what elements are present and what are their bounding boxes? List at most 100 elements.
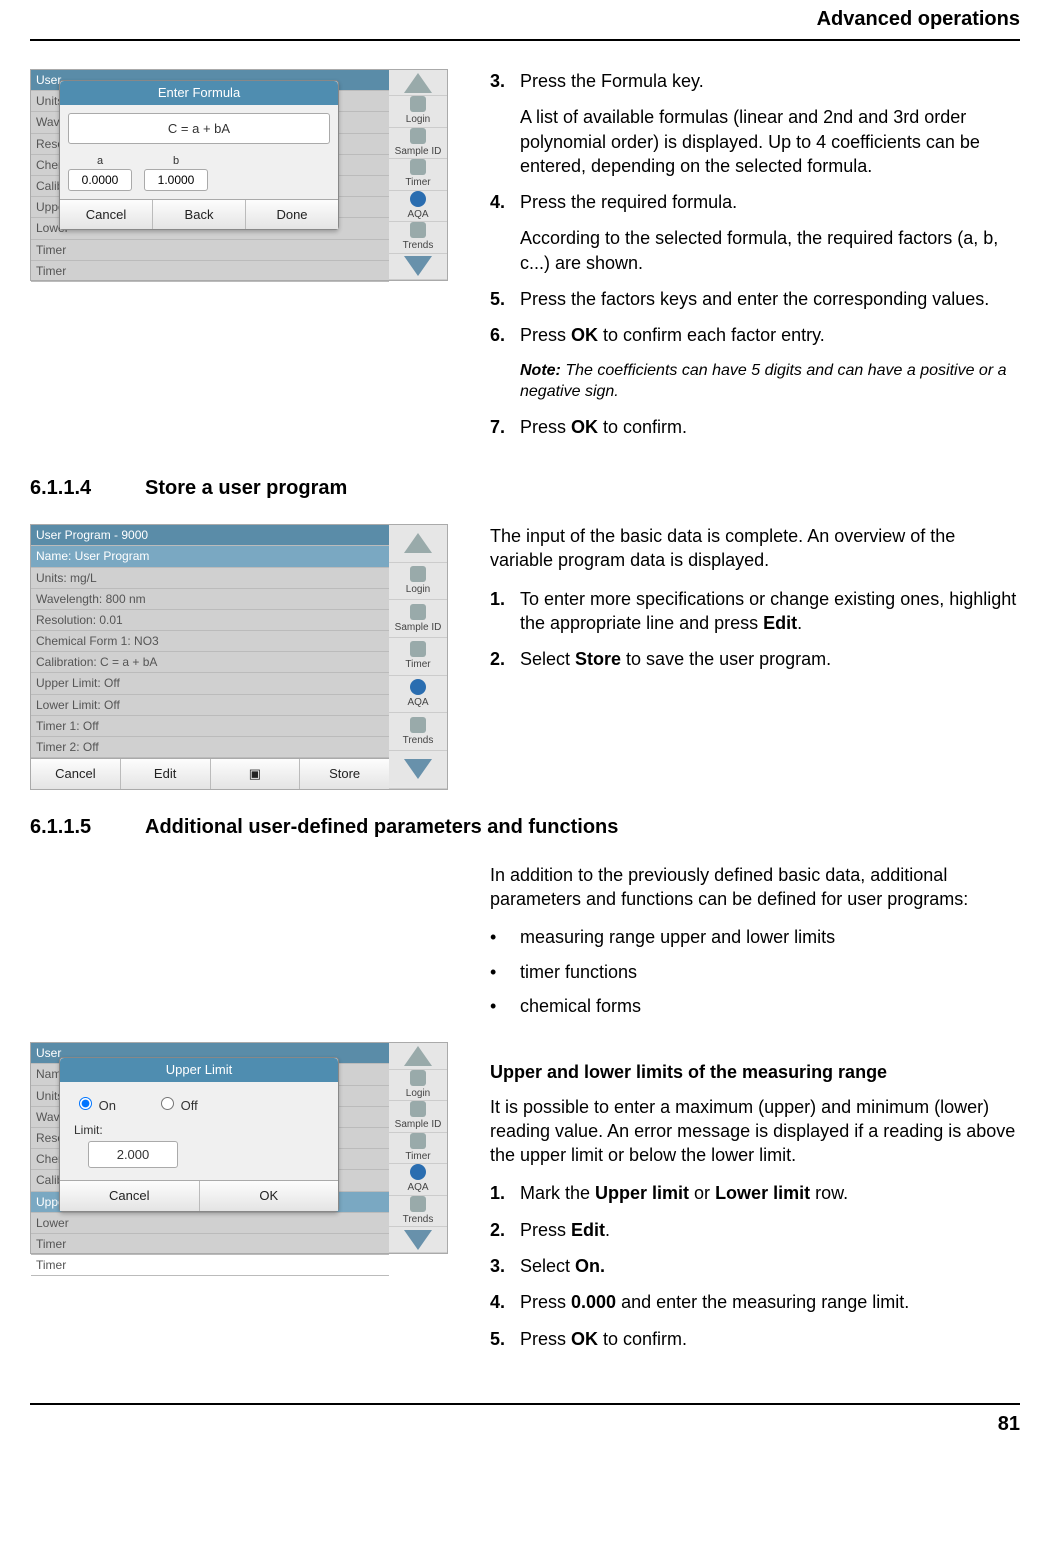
scroll-down-icon[interactable] xyxy=(389,751,447,789)
list-item[interactable]: Upper Limit: Off xyxy=(31,673,389,694)
store-button[interactable]: Store xyxy=(300,759,389,789)
step-text: Press the factors keys and enter the cor… xyxy=(520,287,1020,311)
step-number: 5. xyxy=(490,287,520,311)
screenshot-user-program-overview: User Program - 9000 Name: User Program U… xyxy=(30,524,448,790)
login-icon xyxy=(410,566,426,582)
coef-a-input[interactable] xyxy=(68,169,132,191)
login-icon xyxy=(410,1070,426,1086)
step-text: Select Store to save the user program. xyxy=(520,647,1020,671)
trends-button[interactable]: Trends xyxy=(389,713,447,751)
list-item[interactable]: Resolution: 0.01 xyxy=(31,610,389,631)
sample-id-button[interactable]: Sample ID xyxy=(389,128,447,160)
cancel-button[interactable]: Cancel xyxy=(31,759,121,789)
step-number: 4. xyxy=(490,1290,520,1314)
off-radio[interactable]: Off xyxy=(156,1094,198,1115)
note: Note: The coefficients can have 5 digits… xyxy=(520,360,1020,403)
trends-button[interactable]: Trends xyxy=(389,222,447,254)
scroll-down-icon[interactable] xyxy=(389,1227,447,1253)
step-text: Press OK to confirm each factor entry. xyxy=(520,323,1020,347)
scroll-up-icon[interactable] xyxy=(389,70,447,96)
programs-icon: ▣ xyxy=(249,766,261,781)
list-item[interactable]: Lower Limit: Off xyxy=(31,695,389,716)
aqa-button[interactable]: AQA xyxy=(389,676,447,714)
list-item[interactable]: Timer 1: Off xyxy=(31,716,389,737)
trends-button[interactable]: Trends xyxy=(389,1196,447,1228)
timer-button[interactable]: Timer xyxy=(389,1133,447,1165)
step-text: Press OK to confirm. xyxy=(520,415,1020,439)
paragraph: The input of the basic data is complete.… xyxy=(490,524,1020,573)
step-followup: A list of available formulas (linear and… xyxy=(520,105,1020,178)
step-number: 6. xyxy=(490,323,520,347)
bg-row: Timer xyxy=(31,1234,389,1255)
trends-icon xyxy=(410,1196,426,1212)
scroll-down-icon[interactable] xyxy=(389,254,447,280)
sample-id-icon xyxy=(410,604,426,620)
cancel-button[interactable]: Cancel xyxy=(60,1181,200,1211)
back-button[interactable]: Back xyxy=(153,200,246,230)
login-button[interactable]: Login xyxy=(389,1070,447,1102)
step-text: Press 0.000 and enter the measuring rang… xyxy=(520,1290,1020,1314)
page-number: 81 xyxy=(30,1403,1020,1438)
timer-button[interactable]: Timer xyxy=(389,159,447,191)
sub-heading: Upper and lower limits of the measuring … xyxy=(490,1060,1020,1084)
aqa-icon xyxy=(410,1164,426,1180)
bg-row: Timer xyxy=(31,1255,389,1276)
step-text: Press the required formula. xyxy=(520,190,1020,214)
dialog-title: Enter Formula xyxy=(60,81,338,105)
cancel-button[interactable]: Cancel xyxy=(60,200,153,230)
trends-icon xyxy=(410,717,426,733)
step-number: 7. xyxy=(490,415,520,439)
icon-button[interactable]: ▣ xyxy=(211,759,301,789)
timer-icon xyxy=(410,159,426,175)
login-button[interactable]: Login xyxy=(389,563,447,601)
list-item[interactable]: Timer 2: Off xyxy=(31,737,389,758)
step-text: Press the Formula key. xyxy=(520,69,1020,93)
list-item[interactable]: Calibration: C = a + bA xyxy=(31,652,389,673)
formula-display[interactable]: C = a + bA xyxy=(68,113,330,145)
timer-icon xyxy=(410,641,426,657)
screenshot-enter-formula: User Units: Wavel Resolu Chemi Calibra U… xyxy=(30,69,448,281)
list-item[interactable]: Wavelength: 800 nm xyxy=(31,589,389,610)
section-heading: 6.1.1.5Additional user-defined parameter… xyxy=(30,814,1020,841)
step-number: 1. xyxy=(490,587,520,636)
aqa-icon xyxy=(410,679,426,695)
list-item[interactable]: Name: User Program xyxy=(31,546,389,567)
bg-row: Timer xyxy=(31,240,389,261)
scroll-up-icon[interactable] xyxy=(389,525,447,563)
bullet-text: chemical forms xyxy=(520,994,641,1018)
coef-b-input[interactable] xyxy=(144,169,208,191)
timer-button[interactable]: Timer xyxy=(389,638,447,676)
step-text: Press Edit. xyxy=(520,1218,1020,1242)
step-number: 4. xyxy=(490,190,520,214)
sample-id-icon xyxy=(410,128,426,144)
list-item[interactable]: Units: mg/L xyxy=(31,568,389,589)
login-button[interactable]: Login xyxy=(389,96,447,128)
timer-icon xyxy=(410,1133,426,1149)
step-text: Press OK to confirm. xyxy=(520,1327,1020,1351)
list-item[interactable]: Chemical Form 1: NO3 xyxy=(31,631,389,652)
done-button[interactable]: Done xyxy=(246,200,338,230)
limit-label: Limit: xyxy=(68,1122,330,1140)
step-number: 1. xyxy=(490,1181,520,1205)
sample-id-button[interactable]: Sample ID xyxy=(389,600,447,638)
sample-id-button[interactable]: Sample ID xyxy=(389,1101,447,1133)
on-radio[interactable]: On xyxy=(74,1094,116,1115)
step-text: Mark the Upper limit or Lower limit row. xyxy=(520,1181,1020,1205)
bg-row: Timer xyxy=(31,261,389,282)
step-text: Select On. xyxy=(520,1254,1020,1278)
login-icon xyxy=(410,96,426,112)
aqa-button[interactable]: AQA xyxy=(389,191,447,223)
bullet-text: timer functions xyxy=(520,960,637,984)
edit-button[interactable]: Edit xyxy=(121,759,211,789)
ok-button[interactable]: OK xyxy=(200,1181,339,1211)
dialog-title: Upper Limit xyxy=(60,1058,338,1082)
paragraph: In addition to the previously defined ba… xyxy=(490,863,1020,912)
bg-row: Lower xyxy=(31,1213,389,1234)
aqa-button[interactable]: AQA xyxy=(389,1164,447,1196)
sample-id-icon xyxy=(410,1101,426,1117)
step-number: 2. xyxy=(490,647,520,671)
scroll-up-icon[interactable] xyxy=(389,1043,447,1069)
upper-limit-dialog: Upper Limit On Off Limit: 2.000 Can xyxy=(59,1057,339,1211)
step-followup: According to the selected formula, the r… xyxy=(520,226,1020,275)
limit-value-button[interactable]: 2.000 xyxy=(88,1141,178,1169)
